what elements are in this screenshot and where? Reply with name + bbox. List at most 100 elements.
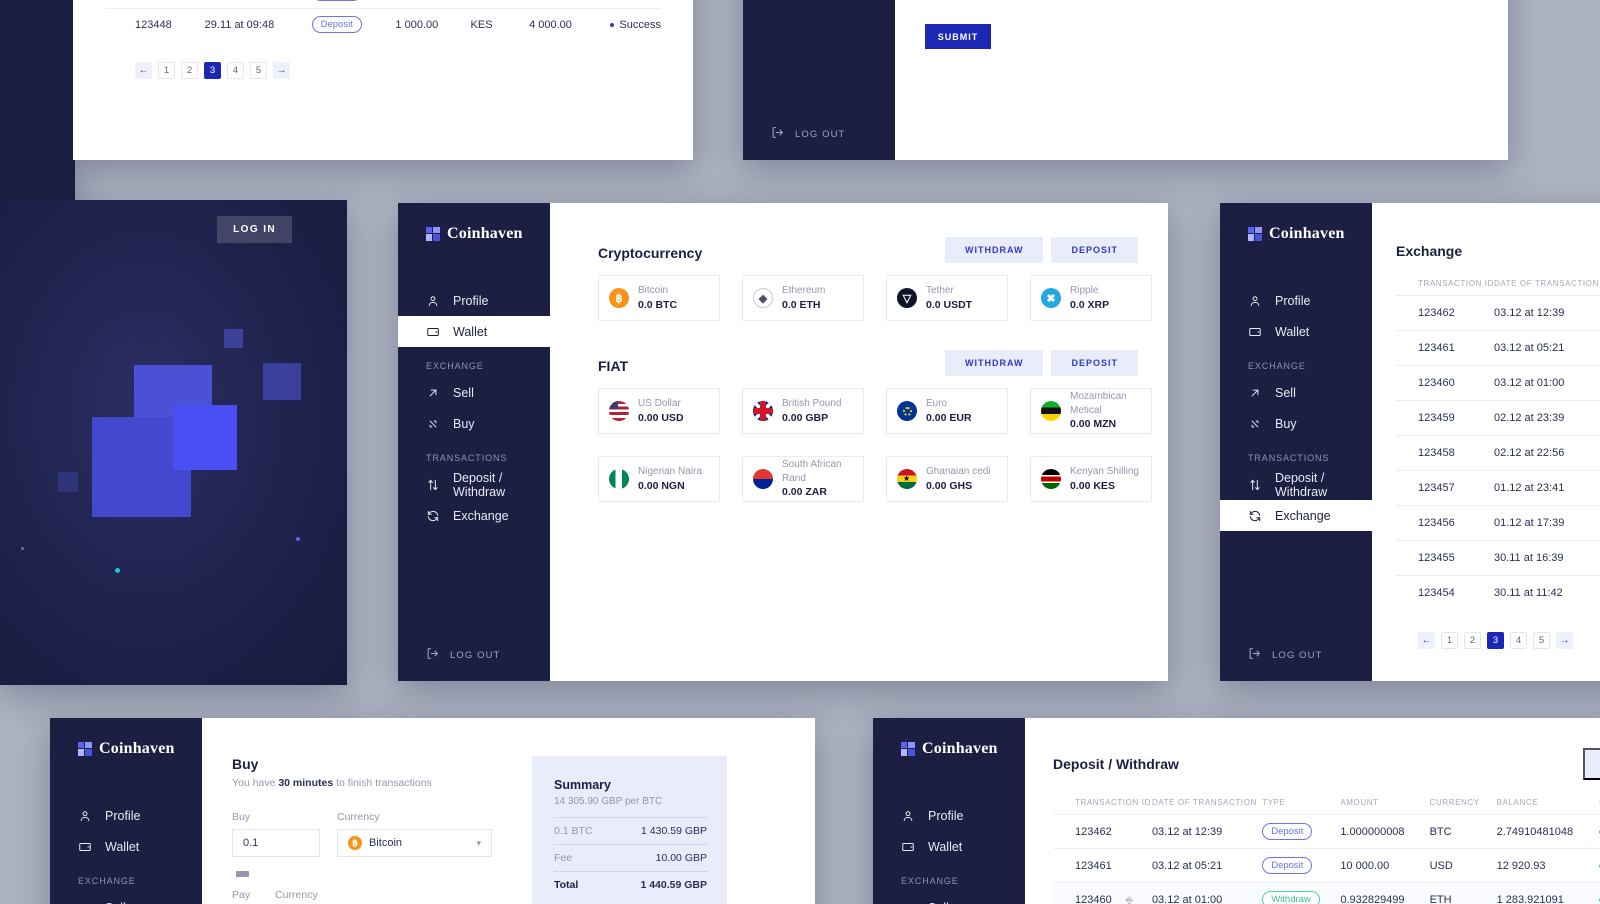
table-row[interactable]: 123462 03.12 at 12:39 Deposit 1.000000008 BT…	[1053, 814, 1600, 849]
logout-button[interactable]: LOG OUT	[1248, 647, 1322, 663]
pagination[interactable]: ← 1 2 3 4 5 →	[135, 62, 661, 79]
sidebar-item-sell[interactable]: Sell	[1220, 377, 1372, 408]
pagination-prev[interactable]: ←	[135, 62, 152, 79]
table-row[interactable]: 123457 01.12 at 23:41	[1396, 470, 1600, 506]
table-row[interactable]: 12344929.11 at 09:52Deposit 1 000.00KES5 …	[105, 0, 661, 9]
currency-card[interactable]: Kenyan Shilling 0.00 KES	[1030, 456, 1152, 502]
sidebar-item-sell[interactable]: Sell	[873, 892, 1025, 904]
table-row[interactable]: 123459 02.12 at 23:39	[1396, 400, 1600, 436]
deco-square-4	[224, 329, 243, 348]
login-button[interactable]: LOG IN	[217, 216, 292, 243]
cell-transaction-id: 123455	[1396, 540, 1494, 576]
table-row[interactable]: 123458 02.12 at 22:56	[1396, 435, 1600, 471]
pagination-page-3[interactable]: 3	[1487, 632, 1504, 649]
currency-card[interactable]: US Dollar 0.00 USD	[598, 388, 720, 434]
sidebar-item-wallet[interactable]: Wallet	[1220, 316, 1372, 347]
col-date: DATE OF TRANSACTION	[1493, 279, 1599, 288]
table-row[interactable]: 123461 03.12 at 05:21	[1396, 330, 1600, 366]
type-badge: Withdraw	[1262, 891, 1320, 904]
wallet-icon	[426, 325, 440, 339]
currency-card[interactable]: Nigerian Naira 0.00 NGN	[598, 456, 720, 502]
buy-amount-row: Buy 0.1 Currency ฿ Bitcoin ▾	[232, 811, 492, 857]
fiat-withdraw-button[interactable]: WITHDRAW	[944, 350, 1044, 376]
table-row[interactable]: 123462 03.12 at 12:39	[1396, 295, 1600, 331]
currency-amount: 0.00 GHS	[926, 479, 973, 492]
sidebar-item-label: Exchange	[453, 508, 509, 523]
type-badge: Deposit	[311, 0, 362, 1]
sidebar-item-sell[interactable]: Sell	[398, 377, 550, 408]
buy-amount-group: Buy 0.1	[232, 811, 320, 857]
sidebar-item-sell[interactable]: Sell	[50, 892, 202, 904]
buy-amount-input[interactable]: 0.1	[232, 829, 320, 857]
currency-card[interactable]: ◆ Ethereum 0.0 ETH	[742, 275, 864, 321]
pagination-page-5[interactable]: 5	[250, 62, 267, 79]
fiat-deposit-button[interactable]: DEPOSIT	[1051, 350, 1138, 376]
sidebar-item-exchange[interactable]: Exchange	[398, 500, 550, 531]
crypto-withdraw-button[interactable]: WITHDRAW	[944, 237, 1044, 263]
table-row[interactable]: 123460 ⎆ 03.12 at 01:00 Withdraw 0.932829499…	[1053, 882, 1600, 904]
dw-content: Deposit / Withdraw DOWNLOAD TRANSACTION …	[1025, 718, 1600, 904]
logo-mark-icon	[1248, 227, 1262, 241]
table-row[interactable]: 123455 30.11 at 16:39	[1396, 540, 1600, 576]
currency-card[interactable]: ★ Ghanaian cedi 0.00 GHS	[886, 456, 1008, 502]
pagination-page-4[interactable]: 4	[1510, 632, 1527, 649]
sidebar-item-wallet[interactable]: Wallet	[873, 831, 1025, 862]
sidebar-item-profile[interactable]: Profile	[50, 800, 202, 831]
pagination-prev[interactable]: ←	[1418, 632, 1435, 649]
pagination-next[interactable]: →	[1556, 632, 1573, 649]
cell-amount: 10 000.00	[1340, 848, 1430, 883]
download-button[interactable]: DOWNLOAD	[1583, 748, 1600, 780]
cell-date: 03.12 at 12:39	[1493, 295, 1600, 331]
pagination-page-2[interactable]: 2	[1464, 632, 1481, 649]
cell-amount: 1 000.00	[395, 8, 471, 40]
currency-name: Ghanaian cedi	[926, 466, 991, 478]
pagination-page-5[interactable]: 5	[1533, 632, 1550, 649]
table-row[interactable]: 123456 01.12 at 17:39	[1396, 505, 1600, 541]
refresh-icon	[1248, 509, 1262, 523]
currency-card-text: Euro 0.00 EUR	[926, 397, 972, 425]
summary-card: Summary 14 305.90 GBP per BTC 0.1 BTC 1 4…	[532, 756, 727, 904]
table-row[interactable]: 123461 03.12 at 05:21 Deposit 10 000.00 USD 1…	[1053, 848, 1600, 883]
table-row[interactable]: 123460 03.12 at 01:00	[1396, 365, 1600, 401]
sidebar-item-wallet[interactable]: Wallet	[50, 831, 202, 862]
logout-button[interactable]: LOG OUT	[771, 126, 845, 142]
currency-card[interactable]: ฿ Bitcoin 0.0 BTC	[598, 275, 720, 321]
table-row[interactable]: 123448 29.11 at 09:48 Deposit 1 000.00 KES 4 …	[105, 8, 661, 40]
pagination-page-1[interactable]: 1	[158, 62, 175, 79]
sidebar-item-profile[interactable]: Profile	[398, 285, 550, 316]
sidebar-item-label: Profile	[453, 293, 489, 308]
cell-amount: 1.000000008	[1340, 814, 1430, 849]
currency-card[interactable]: ▽ Tether 0.0 USDT	[886, 275, 1008, 321]
sidebar-item-profile[interactable]: Profile	[873, 800, 1025, 831]
crypto-deposit-button[interactable]: DEPOSIT	[1051, 237, 1138, 263]
summary-row-value: 10.00 GBP	[655, 852, 707, 864]
sidebar-item-buy[interactable]: Buy	[398, 408, 550, 439]
currency-card[interactable]: ✖ Ripple 0.0 XRP	[1030, 275, 1152, 321]
currency-card[interactable]: Euro 0.00 EUR	[886, 388, 1008, 434]
pay-currency-label: Currency	[275, 889, 318, 901]
cell-date: 03.12 at 05:21	[1493, 330, 1600, 366]
swap-icon[interactable]	[236, 871, 249, 877]
pagination-page-4[interactable]: 4	[227, 62, 244, 79]
sidebar-group-transactions: TRANSACTIONS	[426, 453, 508, 463]
pagination-next[interactable]: →	[273, 62, 290, 79]
pagination-page-1[interactable]: 1	[1441, 632, 1458, 649]
sidebar-item-deposit-withdraw[interactable]: Deposit / Withdraw	[398, 469, 550, 500]
bitcoin-icon: ฿	[348, 836, 362, 850]
pagination[interactable]: ← 1 2 3 4 5 →	[1418, 632, 1600, 649]
sidebar-item-profile[interactable]: Profile	[1220, 285, 1372, 316]
submit-button[interactable]: SUBMIT	[925, 24, 991, 49]
cell-date: 01.12 at 17:39	[1493, 505, 1600, 541]
table-row[interactable]: 123454 30.11 at 11:42	[1396, 575, 1600, 610]
logout-button[interactable]: LOG OUT	[426, 647, 500, 663]
currency-card[interactable]: South African Rand 0.00 ZAR	[742, 456, 864, 502]
sidebar-item-label: Profile	[105, 808, 141, 823]
pagination-page-3[interactable]: 3	[204, 62, 221, 79]
sidebar-item-deposit-withdraw[interactable]: Deposit / Withdraw	[1220, 469, 1372, 500]
fiat-section-header: FIAT WITHDRAW DEPOSIT	[598, 350, 1168, 376]
currency-card[interactable]: Mozambican Metical 0.00 MZN	[1030, 388, 1152, 434]
currency-card[interactable]: British Pound 0.00 GBP	[742, 388, 864, 434]
pagination-page-2[interactable]: 2	[181, 62, 198, 79]
sidebar-item-buy[interactable]: Buy	[1220, 408, 1372, 439]
buy-currency-select[interactable]: ฿ Bitcoin ▾	[337, 829, 492, 857]
